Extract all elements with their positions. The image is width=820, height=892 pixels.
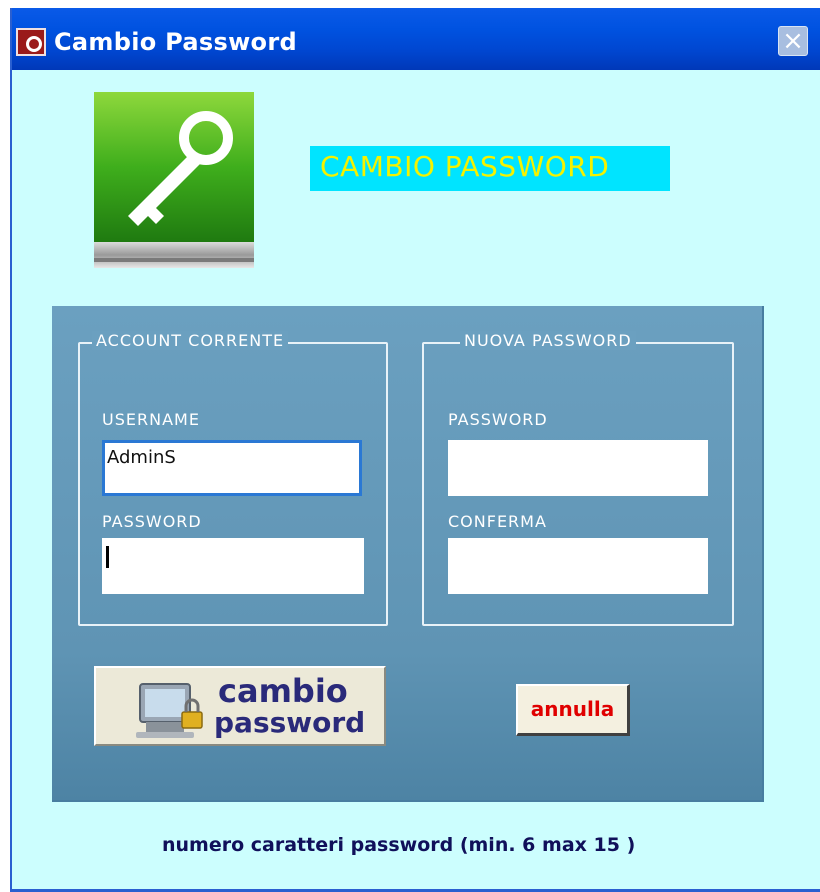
form-icon [16, 28, 46, 56]
title-bar[interactable]: Cambio Password × [12, 8, 820, 70]
current-account-group: ACCOUNT CORRENTE USERNAME AdminS PASSWOR… [78, 331, 388, 626]
password-length-hint: numero caratteri password (min. 6 max 15… [162, 834, 636, 856]
cancel-button-label: annulla [530, 697, 615, 721]
form-panel: ACCOUNT CORRENTE USERNAME AdminS PASSWOR… [52, 306, 764, 802]
new-password-input[interactable] [448, 440, 708, 496]
close-icon: × [782, 26, 804, 56]
current-password-label: PASSWORD [102, 512, 202, 531]
change-password-window: Cambio Password × CAMBIO PASSWORD ACCOUN… [10, 8, 820, 892]
text-caret [106, 546, 109, 568]
username-value: AdminS [107, 447, 176, 468]
change-password-button[interactable]: cambio password [94, 666, 386, 746]
cancel-button[interactable]: annulla [516, 684, 630, 736]
key-icon [94, 92, 254, 268]
close-button[interactable]: × [778, 26, 808, 56]
current-account-legend: ACCOUNT CORRENTE [92, 331, 289, 350]
username-label: USERNAME [102, 410, 200, 429]
banner-text: CAMBIO PASSWORD [320, 150, 610, 183]
username-input[interactable]: AdminS [102, 440, 362, 496]
confirm-password-input[interactable] [448, 538, 708, 594]
new-password-label: PASSWORD [448, 410, 548, 429]
change-password-label-line1: cambio [218, 672, 348, 710]
new-password-legend: NUOVA PASSWORD [460, 331, 636, 350]
confirm-password-label: CONFERMA [448, 512, 547, 531]
banner-title: CAMBIO PASSWORD [310, 146, 670, 191]
computer-lock-icon [136, 683, 203, 738]
window-title: Cambio Password [54, 28, 297, 56]
new-password-group: NUOVA PASSWORD PASSWORD CONFERMA [422, 331, 734, 626]
current-password-input[interactable] [102, 538, 364, 594]
change-password-label-line2: password [214, 706, 366, 739]
